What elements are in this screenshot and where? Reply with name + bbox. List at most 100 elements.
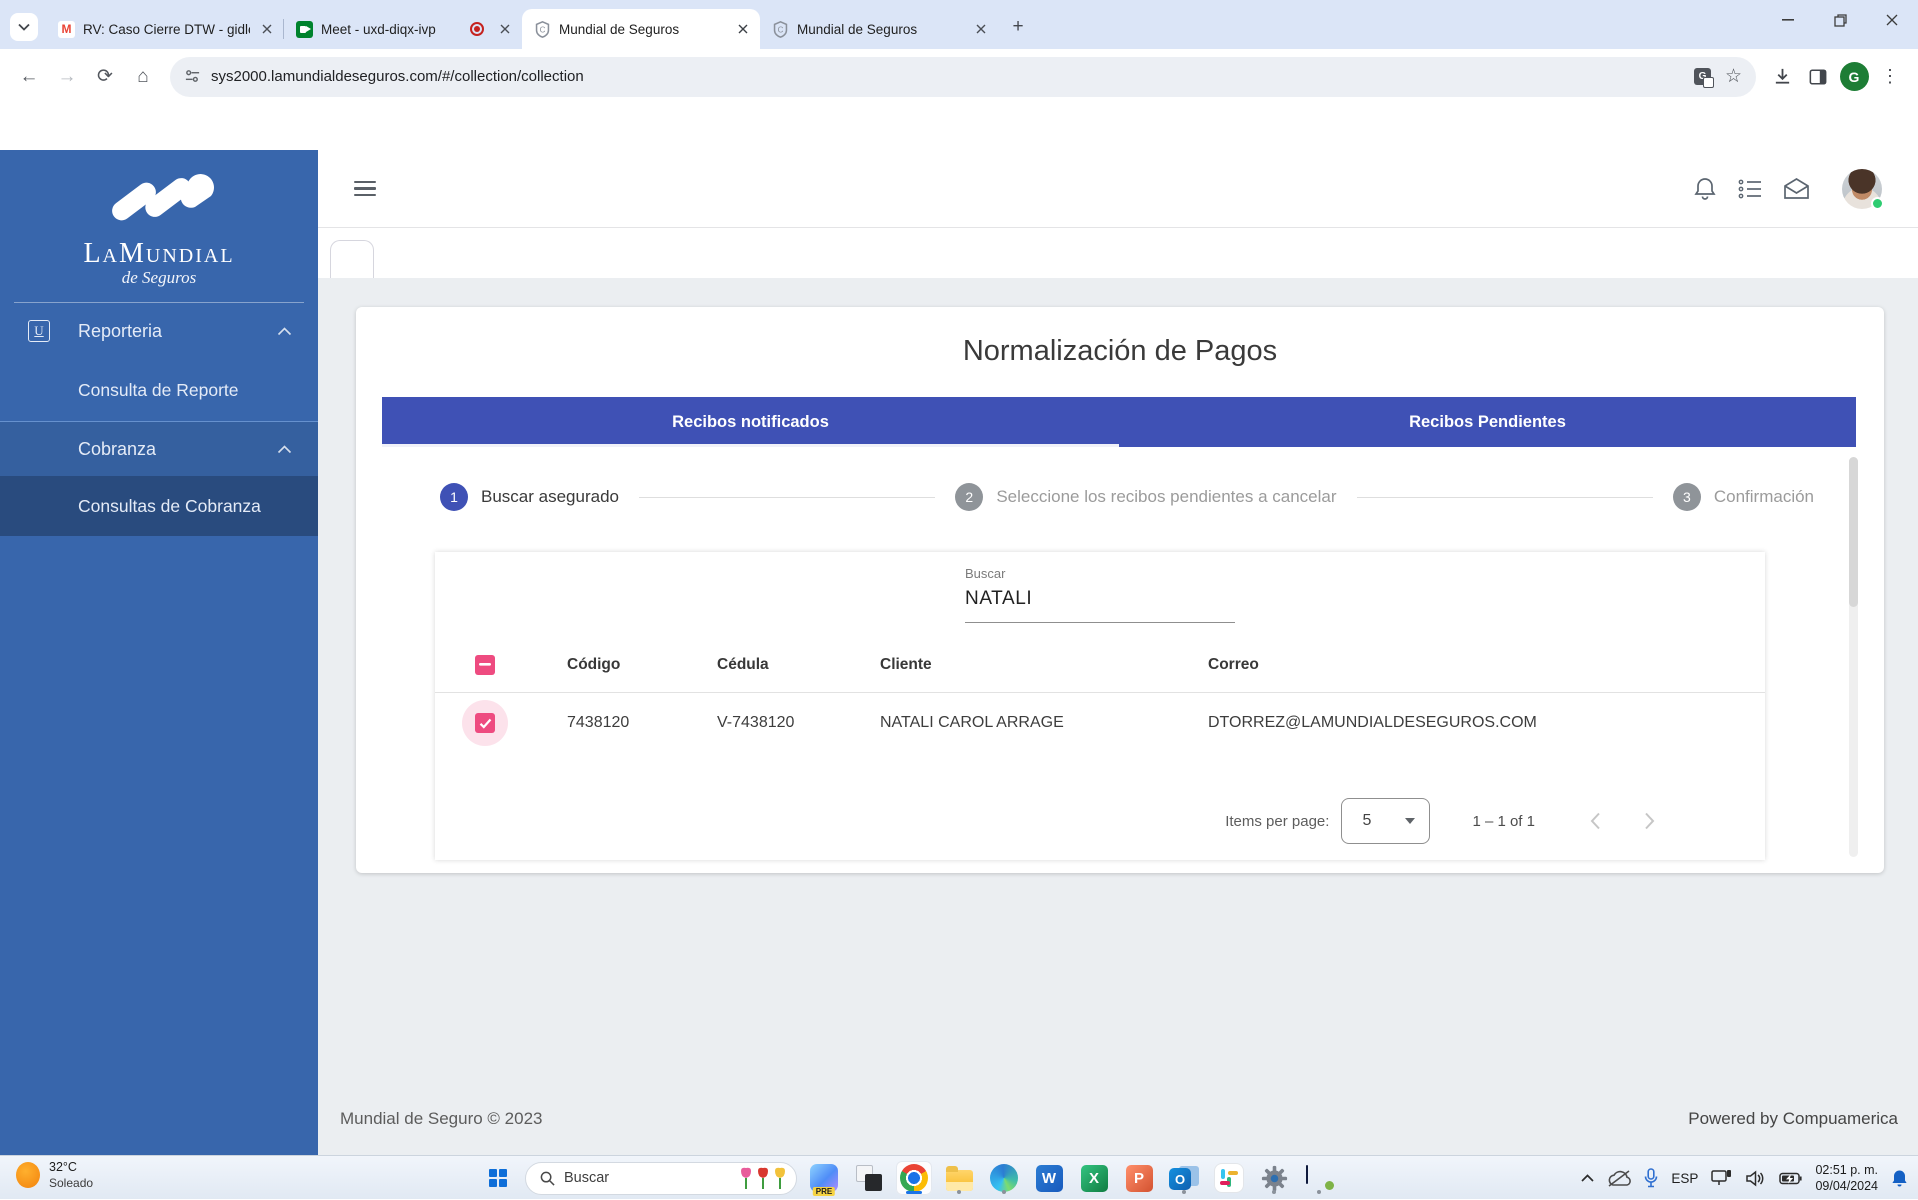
browser-profile-avatar[interactable]: G (1836, 59, 1872, 95)
new-tab-button[interactable]: + (1004, 13, 1032, 41)
onedrive-icon[interactable] (1607, 1170, 1631, 1187)
restore-button[interactable] (1814, 0, 1866, 40)
brand-name: LaMundial (83, 238, 234, 270)
downloads-icon[interactable] (1764, 59, 1800, 95)
reload-button[interactable]: ⟳ (86, 58, 124, 96)
select-caret-icon (1405, 818, 1415, 824)
minimize-button[interactable] (1762, 0, 1814, 40)
tab-recibos-pendientes[interactable]: Recibos Pendientes (1119, 397, 1856, 447)
sidebar-item-cobranza[interactable]: Cobranza (0, 422, 318, 476)
tab-close-icon[interactable] (258, 20, 276, 38)
address-bar[interactable]: sys2000.lamundialdeseguros.com/#/collect… (170, 57, 1756, 97)
close-window-button[interactable] (1866, 0, 1918, 40)
taskbar-outlook-button[interactable]: O (1166, 1161, 1202, 1195)
microphone-icon[interactable] (1644, 1168, 1658, 1188)
card-scrollbar[interactable] (1849, 457, 1858, 857)
tab-close-icon[interactable] (734, 20, 752, 38)
taskbar-remote-desktop-button[interactable] (1301, 1161, 1337, 1195)
step-confirmacion[interactable]: 3 Confirmación (1673, 483, 1814, 511)
step-connector (1357, 497, 1653, 498)
weather-temp: 32°C (49, 1160, 93, 1176)
language-indicator[interactable]: ESP (1671, 1171, 1698, 1186)
normalizacion-card: Normalización de Pagos Recibos notificad… (356, 307, 1884, 873)
hamburger-menu-icon[interactable] (354, 181, 376, 197)
taskbar-edge-button[interactable] (986, 1161, 1022, 1195)
tray-time: 02:51 p. m. (1815, 1163, 1878, 1177)
browser-tab-mundial-active[interactable]: C Mundial de Seguros (522, 9, 760, 49)
powerpoint-icon: P (1126, 1165, 1153, 1192)
tab-recibos-notificados[interactable]: Recibos notificados (382, 397, 1119, 447)
side-panel-icon[interactable] (1800, 59, 1836, 95)
browser-tab-gmail[interactable]: M RV: Caso Cierre DTW - gidler@g (46, 9, 284, 49)
step-label: Seleccione los recibos pendientes a canc… (996, 487, 1336, 507)
start-button[interactable] (480, 1161, 516, 1195)
brand-subtitle: de Seguros (122, 268, 196, 288)
browser-menu-icon[interactable]: ⋮ (1872, 59, 1908, 95)
lamundial-logo-icon (95, 162, 223, 236)
recibos-tab-bar: Recibos notificados Recibos Pendientes (382, 397, 1856, 447)
mail-icon[interactable] (1783, 177, 1810, 201)
tab-close-icon[interactable] (496, 20, 514, 38)
forward-button[interactable]: → (48, 58, 86, 96)
taskbar-search[interactable]: Buscar (525, 1162, 797, 1195)
weather-widget[interactable]: 32°C Soleado (16, 1160, 93, 1191)
scrollbar-thumb[interactable] (1849, 457, 1858, 607)
task-view-button[interactable] (851, 1161, 887, 1195)
sidebar-item-label: Consulta de Reporte (78, 380, 239, 401)
translate-icon[interactable]: G (1694, 68, 1711, 85)
battery-icon[interactable] (1779, 1172, 1802, 1185)
tab-close-icon[interactable] (972, 20, 990, 38)
recording-indicator-icon (470, 22, 484, 36)
taskbar-file-explorer-button[interactable] (941, 1161, 977, 1195)
url-text[interactable]: sys2000.lamundialdeseguros.com/#/collect… (211, 68, 1694, 85)
taskbar-chrome-button[interactable] (896, 1161, 932, 1195)
taskbar-powerpoint-button[interactable]: P (1121, 1161, 1157, 1195)
taskbar-slack-button[interactable] (1211, 1161, 1247, 1195)
checkbox-ripple (462, 700, 508, 746)
select-all-checkbox[interactable] (475, 655, 495, 675)
taskbar-settings-button[interactable] (1256, 1161, 1292, 1195)
next-page-icon[interactable] (1637, 809, 1661, 833)
browser-tab-meet[interactable]: Meet - uxd-diqx-ivp (284, 9, 522, 49)
weather-condition: Soleado (49, 1176, 93, 1191)
network-icon[interactable] (1711, 1169, 1733, 1187)
user-avatar[interactable] (1842, 169, 1882, 209)
home-button[interactable]: ⌂ (124, 58, 162, 96)
tab-search-button[interactable] (10, 13, 38, 41)
step-number: 3 (1673, 483, 1701, 511)
sidebar-item-reporteria[interactable]: U Reporteria (0, 303, 318, 359)
search-input[interactable]: NATALI (965, 588, 1235, 623)
chevron-up-icon (277, 327, 292, 336)
paginator: Items per page: 5 1 – 1 of 1 (435, 798, 1765, 860)
step-buscar-asegurado[interactable]: 1 Buscar asegurado (440, 483, 619, 511)
site-info-icon[interactable] (184, 68, 201, 85)
taskbar-excel-button[interactable]: X (1076, 1161, 1112, 1195)
search-field[interactable]: Buscar NATALI (965, 566, 1235, 623)
volume-icon[interactable] (1746, 1170, 1766, 1187)
back-button[interactable]: ← (10, 58, 48, 96)
notification-bell-icon[interactable] (1891, 1169, 1908, 1188)
excel-icon: X (1081, 1165, 1108, 1192)
previous-page-icon[interactable] (1583, 809, 1607, 833)
tray-expand-icon[interactable] (1581, 1174, 1594, 1182)
taskbar-word-button[interactable]: W (1031, 1161, 1067, 1195)
remote-desktop-icon (1306, 1166, 1332, 1190)
notifications-bell-icon[interactable] (1693, 176, 1717, 202)
copilot-button[interactable]: PRE (806, 1161, 842, 1195)
chevron-down-icon (18, 23, 30, 31)
task-list-icon[interactable] (1737, 177, 1763, 201)
row-checkbox[interactable] (475, 713, 495, 733)
table-row[interactable]: 7438120 V-7438120 NATALI CAROL ARRAGE DT… (435, 693, 1765, 753)
browser-tab-mundial-2[interactable]: C Mundial de Seguros (760, 9, 998, 49)
bookmark-star-icon[interactable]: ☆ (1725, 65, 1742, 88)
step-label: Buscar asegurado (481, 487, 619, 507)
site-shield-icon: C (772, 21, 789, 38)
step-seleccione-recibos[interactable]: 2 Seleccione los recibos pendientes a ca… (955, 483, 1336, 511)
sidebar-item-label: Reporteria (78, 321, 162, 342)
search-highlight-tulips-icon[interactable] (738, 1166, 790, 1190)
sidebar-item-consultas-de-cobranza[interactable]: Consultas de Cobranza (0, 476, 318, 536)
clock-widget[interactable]: 02:51 p. m. 09/04/2024 (1815, 1162, 1878, 1195)
footer-powered-by: Powered by Compuamerica (1688, 1109, 1898, 1129)
page-size-select[interactable]: 5 (1341, 798, 1430, 844)
sidebar-item-consulta-de-reporte[interactable]: Consulta de Reporte (0, 359, 318, 421)
